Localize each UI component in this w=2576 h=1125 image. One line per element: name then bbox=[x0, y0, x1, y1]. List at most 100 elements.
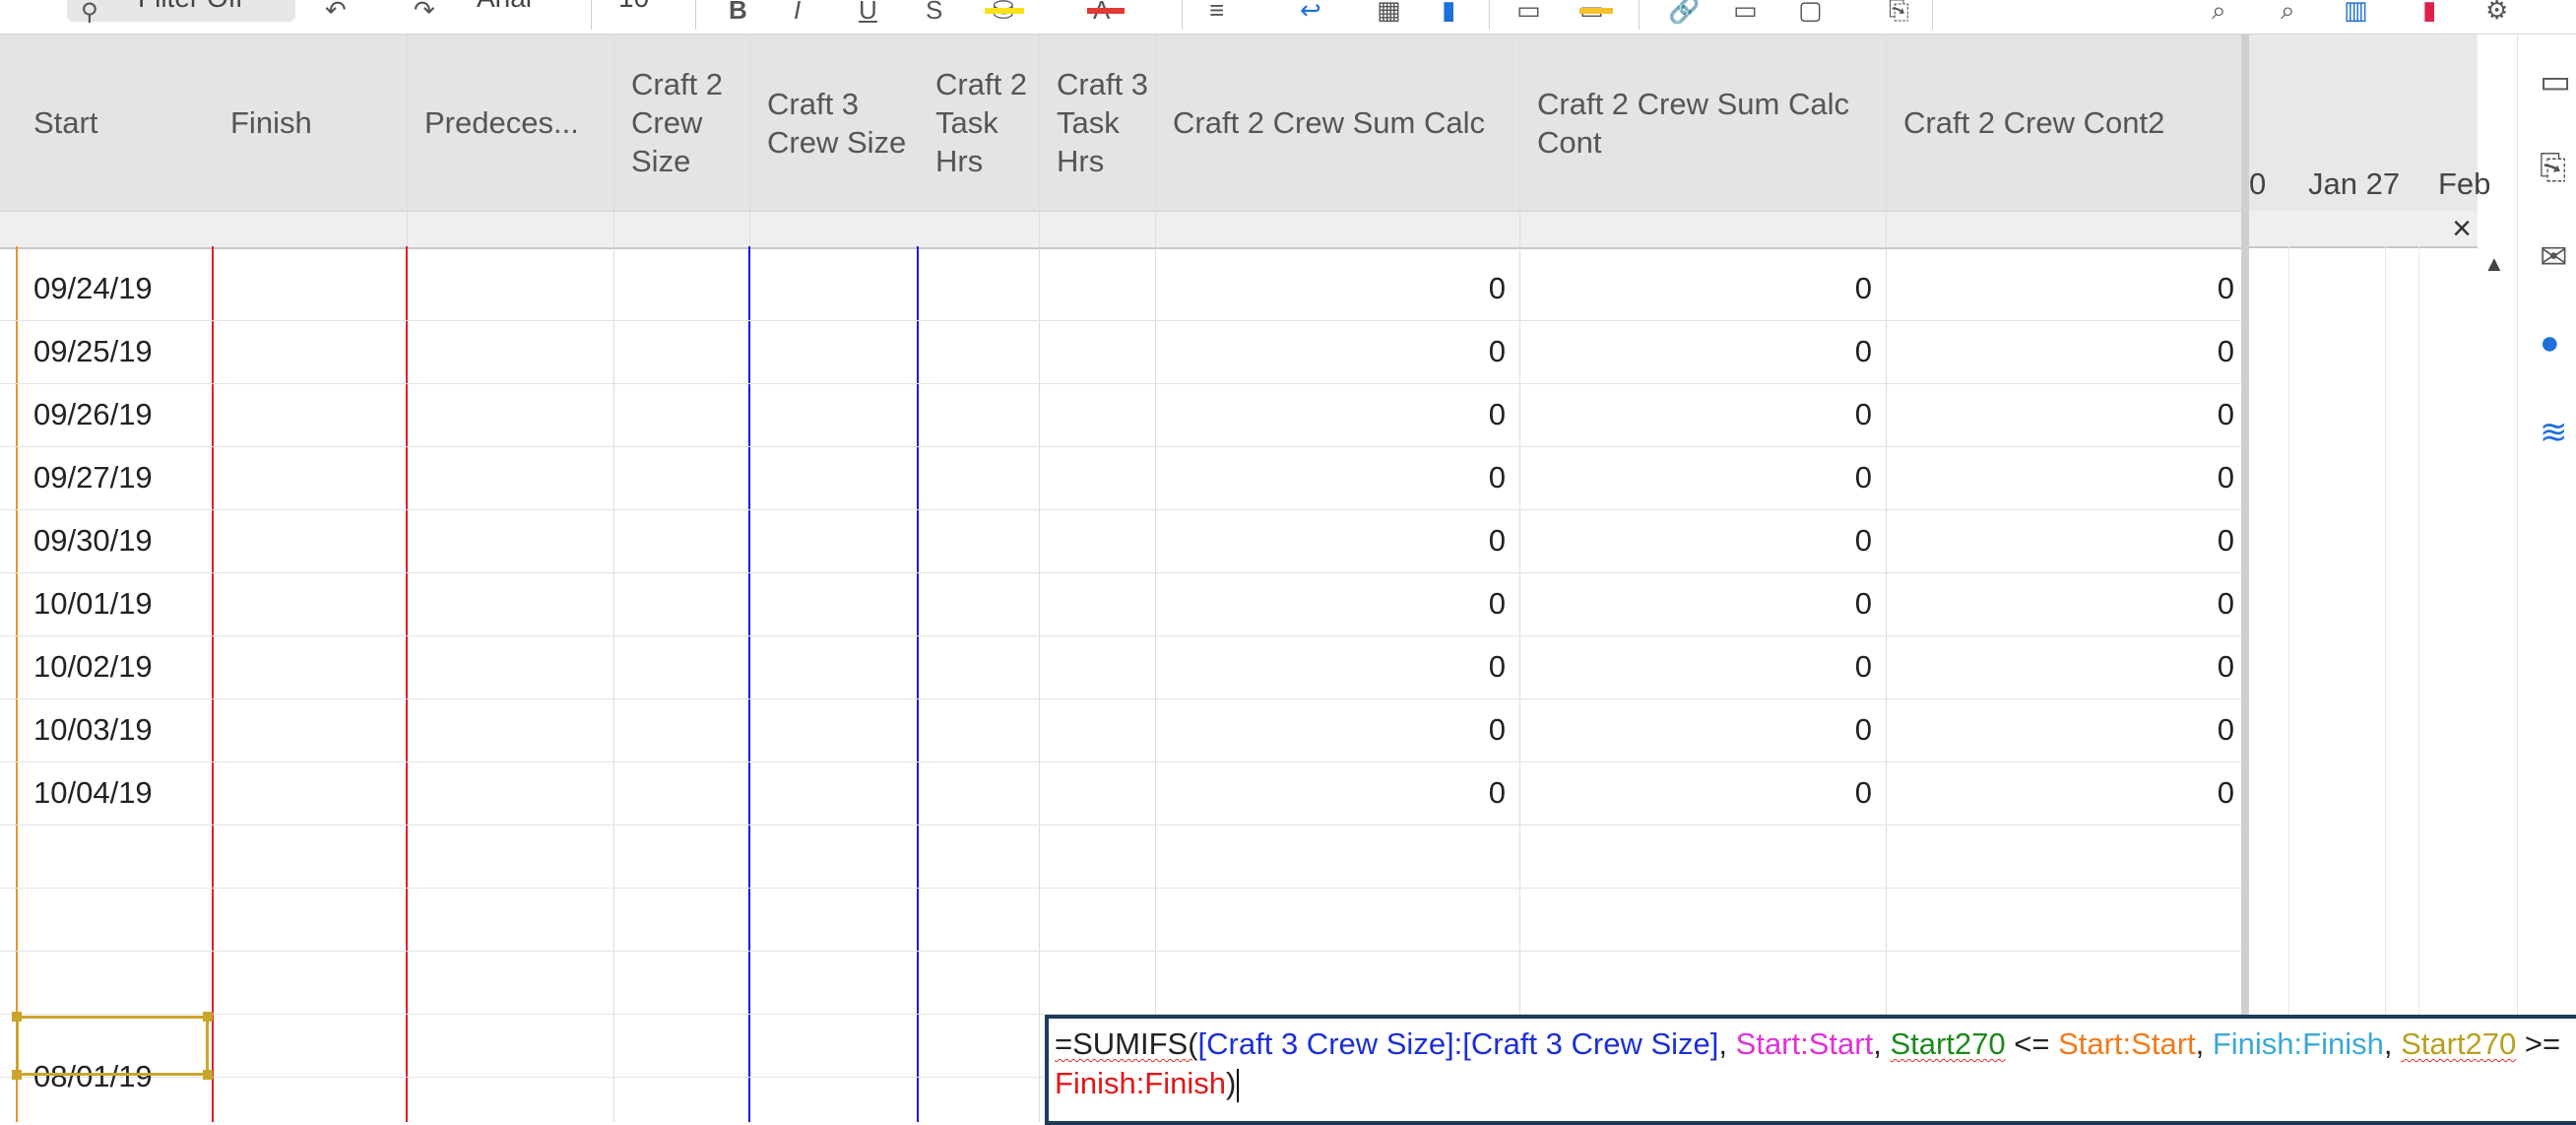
crew-cont2-cell[interactable]: 0 bbox=[1886, 320, 2234, 383]
column-header-label: Predeces... bbox=[424, 105, 579, 140]
attachment-icon[interactable]: ⎘ bbox=[2540, 149, 2566, 187]
column-header-craft2-crew-sum-calc-cont[interactable]: Craft 2 Crew Sum Calc Cont bbox=[1519, 34, 1886, 211]
start-cell[interactable]: 10/02/19 bbox=[33, 635, 211, 698]
column-header-label: Craft 2 Task Hrs bbox=[935, 67, 1028, 178]
crew-sum-calc-cont-cell[interactable]: 0 bbox=[1519, 320, 1872, 383]
toolbar-divider bbox=[1182, 0, 1183, 30]
selection-handle[interactable] bbox=[12, 1012, 22, 1022]
crew-sum-calc-cont-cell[interactable]: 0 bbox=[1519, 761, 1872, 825]
crew-cont2-cell[interactable]: 0 bbox=[1886, 698, 2234, 761]
crew-sum-calc-cell[interactable]: 0 bbox=[1155, 572, 1506, 635]
formula-token: ) bbox=[1226, 1066, 1237, 1100]
conditional-format-icon[interactable]: ▦ bbox=[1377, 0, 1401, 23]
start-cell[interactable]: 09/24/19 bbox=[33, 257, 211, 320]
formula-token: Start:Start bbox=[1735, 1026, 1874, 1061]
start-cell[interactable]: 09/27/19 bbox=[33, 446, 211, 509]
search-icon[interactable]: ⌕ bbox=[2212, 0, 2226, 23]
crew-sum-calc-cont-cell[interactable]: 0 bbox=[1519, 257, 1872, 320]
gantt-panel: 0 Jan 27 Feb × bbox=[2249, 34, 2490, 1122]
start-cell[interactable]: 09/26/19 bbox=[33, 383, 211, 446]
gantt-date-label: Jan 27 bbox=[2308, 166, 2401, 201]
crew-sum-calc-cell[interactable]: 0 bbox=[1155, 257, 1506, 320]
formula-token: [Craft 3 Crew Size]:[Craft 3 Crew Size] bbox=[1197, 1026, 1719, 1061]
selection-handle[interactable] bbox=[12, 1070, 22, 1080]
crew-sum-calc-cell[interactable]: 0 bbox=[1155, 509, 1506, 572]
crew-sum-calc-cell[interactable]: 0 bbox=[1155, 761, 1506, 825]
zoom-icon[interactable]: ⌕ bbox=[2281, 0, 2295, 23]
mail-icon[interactable]: ✉ bbox=[2540, 237, 2568, 277]
crew-sum-calc-cell[interactable]: 0 bbox=[1155, 383, 1506, 446]
card-icon[interactable]: ▭ bbox=[1733, 0, 1758, 23]
gantt-gridline bbox=[2385, 246, 2386, 1122]
crew-cont2-cell[interactable]: 0 bbox=[1886, 572, 2234, 635]
crew-cont2-cell[interactable]: 0 bbox=[1886, 509, 2234, 572]
image-icon[interactable]: ▢ bbox=[1798, 0, 1823, 23]
start-cell[interactable]: 10/01/19 bbox=[33, 572, 211, 635]
crew-sum-calc-cont-cell[interactable]: 0 bbox=[1519, 698, 1872, 761]
scroll-up-icon[interactable]: ▲ bbox=[2483, 251, 2505, 277]
align-icon[interactable]: ≡ bbox=[1209, 0, 1224, 23]
crew-cont2-cell[interactable]: 0 bbox=[1886, 383, 2234, 446]
text-color-swatch bbox=[1087, 8, 1125, 14]
crew-sum-calc-cont-cell[interactable]: 0 bbox=[1519, 446, 1872, 509]
link-icon[interactable]: 🔗 bbox=[1668, 0, 1700, 23]
wrap-icon[interactable]: ↩ bbox=[1300, 0, 1321, 23]
crew-sum-calc-cell[interactable]: 0 bbox=[1155, 446, 1506, 509]
crew-cont2-cell[interactable]: 0 bbox=[1886, 446, 2234, 509]
start-cell[interactable]: 09/25/19 bbox=[33, 320, 211, 383]
column-header-start[interactable]: Start bbox=[16, 34, 213, 211]
column-header-craft3-crew-size[interactable]: Craft 3 Crew Size bbox=[749, 34, 918, 211]
start-cell[interactable]: 09/30/19 bbox=[33, 509, 211, 572]
decimal-icon[interactable]: ▭ bbox=[1516, 0, 1541, 23]
column-header-craft3-task-hrs[interactable]: Craft 3 Task Hrs bbox=[1039, 34, 1155, 211]
column-header-predecessors[interactable]: Predeces... bbox=[407, 34, 613, 211]
formula-editor[interactable]: =SUMIFS([Craft 3 Crew Size]:[Craft 3 Cre… bbox=[1045, 1015, 2576, 1125]
activity-icon[interactable]: ≋ bbox=[2540, 413, 2568, 452]
bold-icon[interactable]: B bbox=[729, 0, 747, 23]
crew-sum-calc-cell[interactable]: 0 bbox=[1155, 635, 1506, 698]
column-divider bbox=[613, 34, 614, 1122]
column-header-craft2-crew-cont2[interactable]: Craft 2 Crew Cont2 bbox=[1886, 34, 2240, 211]
start-cell[interactable]: 10/04/19 bbox=[33, 761, 211, 825]
column-header-craft2-crew-sum-calc[interactable]: Craft 2 Crew Sum Calc bbox=[1155, 34, 1519, 211]
underline-icon[interactable]: U bbox=[859, 0, 877, 23]
format-icon[interactable]: ▮ bbox=[1442, 0, 1455, 23]
strikethrough-icon[interactable]: S bbox=[926, 0, 942, 23]
formula-token: , bbox=[1873, 1026, 1891, 1061]
selection-handle[interactable] bbox=[203, 1012, 213, 1022]
flag-icon[interactable]: ▮ bbox=[2422, 0, 2436, 23]
filter-button[interactable]: ⚲ Filter Off bbox=[67, 0, 295, 26]
formula-token: Finish:Finish bbox=[2212, 1026, 2384, 1061]
close-icon[interactable]: × bbox=[2452, 211, 2472, 246]
settings-icon[interactable]: ⚙ bbox=[2485, 0, 2508, 23]
crew-cont2-cell[interactable]: 0 bbox=[1886, 257, 2234, 320]
column-header-finish[interactable]: Finish bbox=[213, 34, 407, 211]
column-header-craft2-task-hrs[interactable]: Craft 2 Task Hrs bbox=[918, 34, 1039, 211]
crew-sum-calc-cont-cell[interactable]: 0 bbox=[1519, 509, 1872, 572]
column-header-label: Craft 2 Crew Size bbox=[631, 67, 724, 178]
redo-icon[interactable]: ↷ bbox=[414, 0, 435, 23]
crew-sum-calc-cell[interactable]: 0 bbox=[1155, 698, 1506, 761]
start-cell[interactable]: 10/03/19 bbox=[33, 698, 211, 761]
italic-icon[interactable]: I bbox=[794, 0, 801, 23]
globe-icon[interactable]: ● bbox=[2540, 324, 2560, 363]
undo-icon[interactable]: ↶ bbox=[325, 0, 347, 23]
crew-sum-calc-cont-cell[interactable]: 0 bbox=[1519, 635, 1872, 698]
comment-icon[interactable]: ▭ bbox=[2540, 62, 2571, 101]
attach-icon[interactable]: ⎘ bbox=[1889, 0, 1909, 23]
font-size-selector[interactable]: 10 bbox=[618, 0, 649, 14]
cell-selection-box[interactable] bbox=[12, 1012, 213, 1080]
chart-icon[interactable]: ▥ bbox=[2344, 0, 2368, 23]
filter-label: Filter Off bbox=[138, 0, 243, 14]
selection-handle[interactable] bbox=[203, 1070, 213, 1080]
font-selector[interactable]: Arial bbox=[477, 0, 532, 14]
crew-sum-calc-cell[interactable]: 0 bbox=[1155, 320, 1506, 383]
crew-sum-calc-cont-cell[interactable]: 0 bbox=[1519, 572, 1872, 635]
formula-token: =SUMIFS( bbox=[1055, 1026, 1198, 1061]
column-header-craft2-crew-size[interactable]: Craft 2 Crew Size bbox=[613, 34, 749, 211]
crew-cont2-cell[interactable]: 0 bbox=[1886, 635, 2234, 698]
crew-cont2-cell[interactable]: 0 bbox=[1886, 761, 2234, 825]
crew-sum-calc-cont-cell[interactable]: 0 bbox=[1519, 383, 1872, 446]
text-caret bbox=[1237, 1068, 1240, 1102]
grid-gantt-splitter[interactable] bbox=[2241, 34, 2249, 1122]
